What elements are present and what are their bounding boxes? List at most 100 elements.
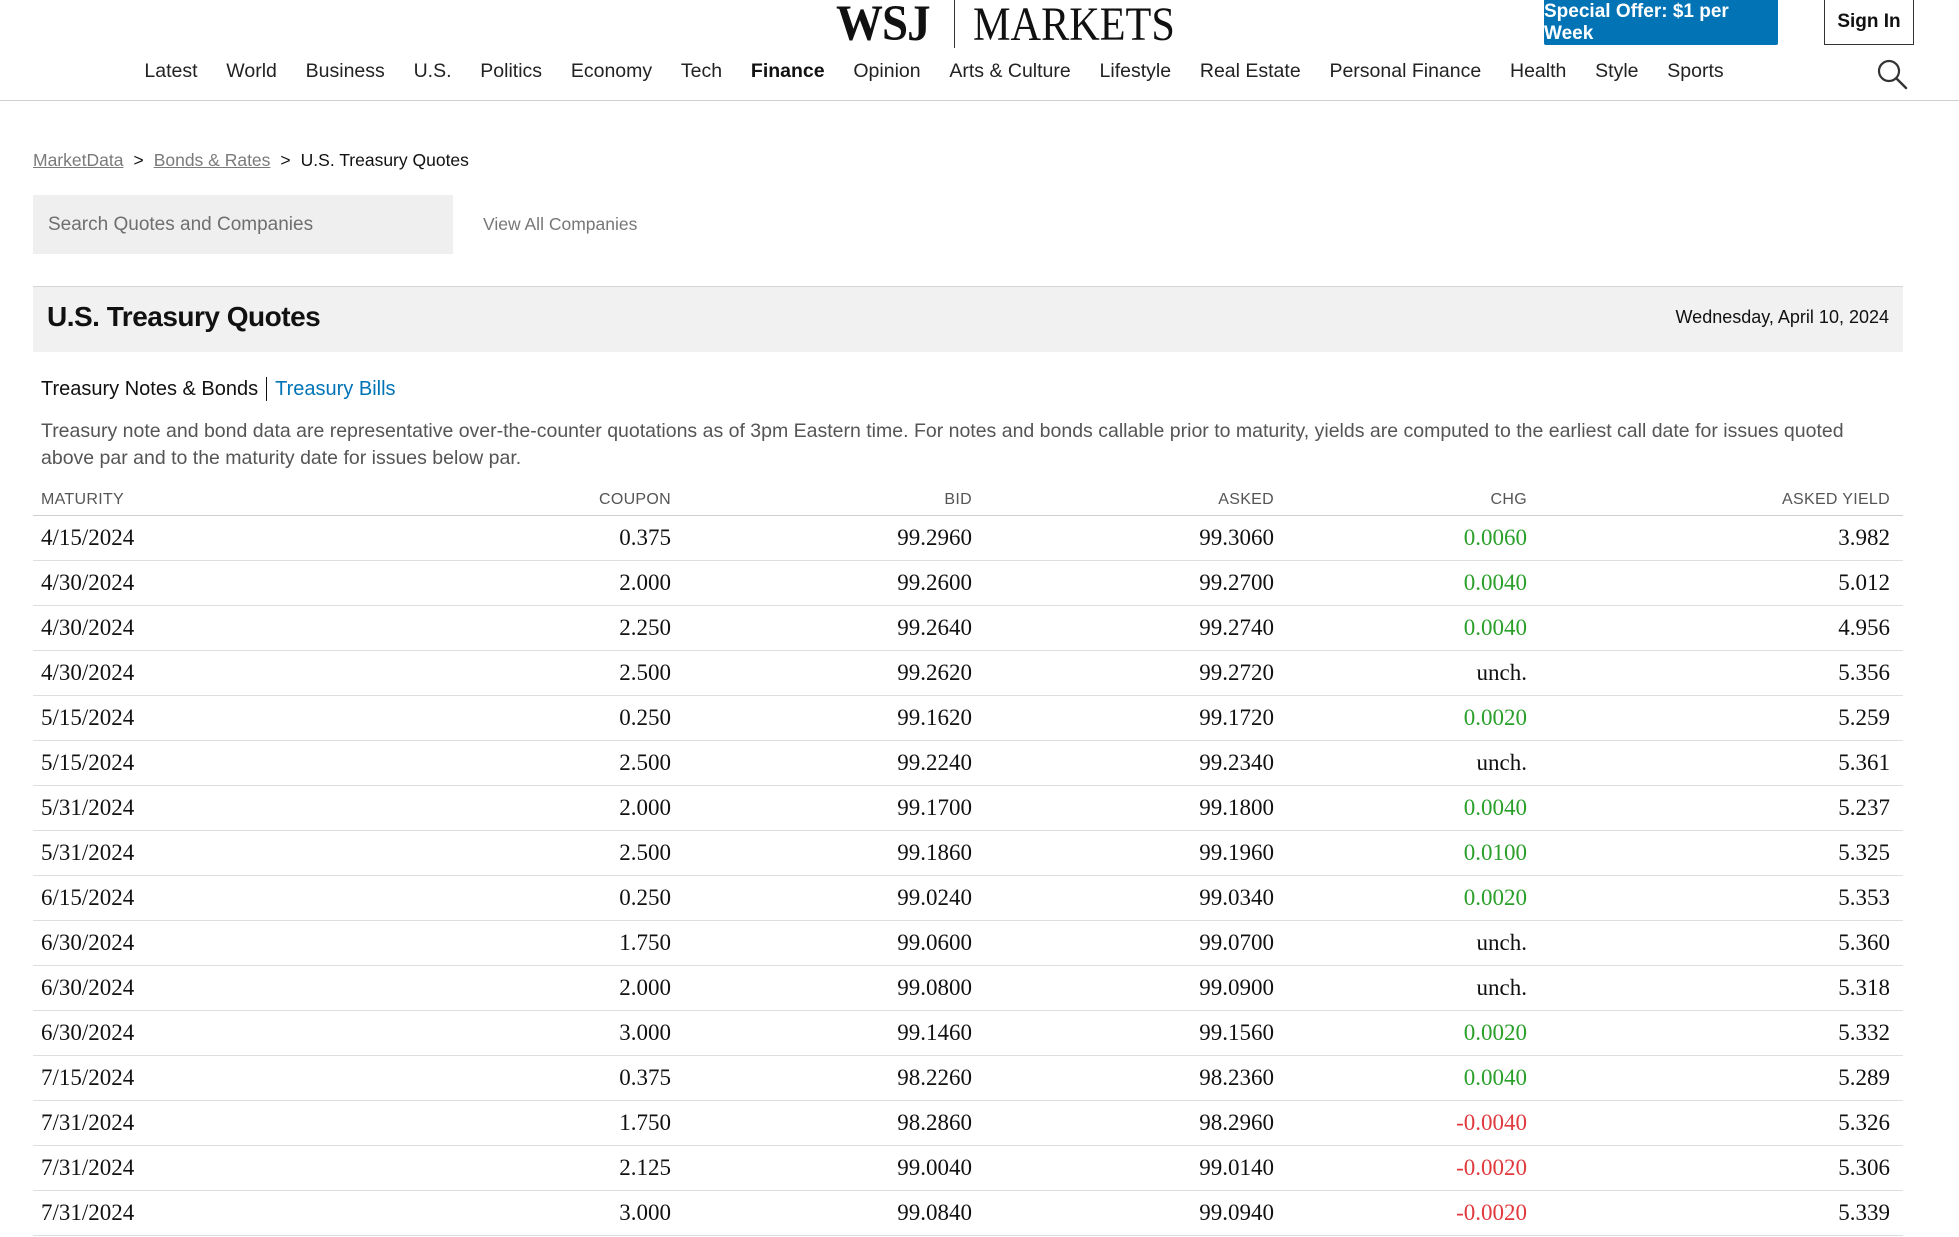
cell-asked: 99.1960 <box>1199 840 1274 865</box>
nav-item-us[interactable]: U.S. <box>399 60 466 83</box>
cell-bid: 99.1620 <box>897 705 972 730</box>
column-header-asked[interactable]: ASKED <box>972 491 1274 509</box>
cell-bid: 98.2860 <box>897 1110 972 1135</box>
cell-bid: 99.2240 <box>897 750 972 775</box>
cell-asked: 99.3060 <box>1199 525 1274 550</box>
table-header: MATURITY COUPON BID ASKED CHG ASKED YIEL… <box>33 485 1903 516</box>
table-row: 5/31/2024 2.000 99.1700 99.1800 0.0040 5.237 <box>33 786 1903 831</box>
cell-bid: 99.2620 <box>897 660 972 685</box>
site-header: WSJ MARKETS Special Offer: $1 per Week S… <box>0 0 1959 101</box>
breadcrumb-separator: > <box>133 150 144 170</box>
treasury-quotes-table: MATURITY COUPON BID ASKED CHG ASKED YIEL… <box>33 485 1903 1236</box>
cell-maturity: 6/30/2024 <box>41 930 135 955</box>
search-icon[interactable] <box>1876 58 1908 90</box>
cell-maturity: 5/15/2024 <box>41 705 135 730</box>
table-row: 7/31/2024 1.750 98.2860 98.2960 -0.0040 5.326 <box>33 1101 1903 1146</box>
tab-notes-bonds[interactable]: Treasury Notes & Bonds <box>41 378 258 401</box>
cell-chg: unch. <box>1476 930 1527 955</box>
cell-coupon: 3.000 <box>619 1020 671 1045</box>
cell-coupon: 0.375 <box>619 525 671 550</box>
quote-tabs: Treasury Notes & Bonds Treasury Bills <box>41 377 396 401</box>
nav-item-arts-culture[interactable]: Arts & Culture <box>935 60 1085 83</box>
sign-in-button[interactable]: Sign In <box>1824 0 1914 45</box>
cell-asked: 99.0940 <box>1199 1200 1274 1225</box>
nav-item-tech[interactable]: Tech <box>667 60 737 83</box>
table-row: 5/31/2024 2.500 99.1860 99.1960 0.0100 5.325 <box>33 831 1903 876</box>
cell-coupon: 2.500 <box>619 660 671 685</box>
nav-item-opinion[interactable]: Opinion <box>839 60 935 83</box>
nav-item-business[interactable]: Business <box>291 60 399 83</box>
logo-section: MARKETS <box>972 0 1175 51</box>
table-row: 6/30/2024 2.000 99.0800 99.0900 unch. 5.318 <box>33 966 1903 1011</box>
main-nav: Latest World Business U.S. Politics Econ… <box>130 60 1738 83</box>
cell-asked: 99.0140 <box>1199 1155 1274 1180</box>
nav-item-latest[interactable]: Latest <box>130 60 212 83</box>
cell-bid: 99.0800 <box>897 975 972 1000</box>
view-all-companies-link[interactable]: View All Companies <box>483 214 637 235</box>
nav-item-health[interactable]: Health <box>1496 60 1581 83</box>
cell-coupon: 1.750 <box>619 1110 671 1135</box>
cell-asked-yield: 5.318 <box>1838 975 1890 1000</box>
table-row: 4/30/2024 2.500 99.2620 99.2720 unch. 5.356 <box>33 651 1903 696</box>
cell-coupon: 3.000 <box>619 1200 671 1225</box>
special-offer-button[interactable]: Special Offer: $1 per Week <box>1544 0 1778 45</box>
tab-treasury-bills[interactable]: Treasury Bills <box>275 378 395 401</box>
cell-coupon: 0.250 <box>619 885 671 910</box>
cell-coupon: 2.250 <box>619 615 671 640</box>
cell-maturity: 7/31/2024 <box>41 1110 135 1135</box>
cell-asked-yield: 5.326 <box>1838 1110 1890 1135</box>
cell-coupon: 2.500 <box>619 840 671 865</box>
cell-coupon: 2.125 <box>619 1155 671 1180</box>
cell-chg: 0.0020 <box>1463 885 1527 910</box>
nav-item-finance[interactable]: Finance <box>737 60 839 83</box>
cell-asked-yield: 5.332 <box>1838 1020 1890 1045</box>
breadcrumb-marketdata[interactable]: MarketData <box>33 150 123 171</box>
cell-maturity: 5/31/2024 <box>41 795 135 820</box>
cell-chg: -0.0040 <box>1456 1110 1527 1135</box>
cell-bid: 99.2600 <box>897 570 972 595</box>
breadcrumb-separator: > <box>280 150 291 170</box>
cell-coupon: 0.250 <box>619 705 671 730</box>
cell-chg: 0.0020 <box>1463 705 1527 730</box>
breadcrumb-bonds-rates[interactable]: Bonds & Rates <box>154 150 271 171</box>
cell-chg: -0.0020 <box>1456 1200 1527 1225</box>
nav-item-lifestyle[interactable]: Lifestyle <box>1085 60 1185 83</box>
cell-asked-yield: 5.360 <box>1838 930 1890 955</box>
table-row: 5/15/2024 0.250 99.1620 99.1720 0.0020 5.259 <box>33 696 1903 741</box>
cell-asked: 99.2340 <box>1199 750 1274 775</box>
cell-asked-yield: 5.325 <box>1838 840 1890 865</box>
search-quotes-input[interactable] <box>33 195 453 254</box>
cell-chg: -0.0020 <box>1456 1155 1527 1180</box>
nav-item-sports[interactable]: Sports <box>1653 60 1738 83</box>
wsj-markets-logo[interactable]: WSJ MARKETS <box>836 0 1202 52</box>
cell-chg: unch. <box>1476 975 1527 1000</box>
cell-asked-yield: 5.361 <box>1838 750 1890 775</box>
cell-maturity: 6/30/2024 <box>41 975 135 1000</box>
table-row: 5/15/2024 2.500 99.2240 99.2340 unch. 5.361 <box>33 741 1903 786</box>
table-body: 4/15/2024 0.375 99.2960 99.3060 0.0060 3.982 4… <box>33 516 1903 1236</box>
column-header-asked-yield[interactable]: ASKED YIELD <box>1527 491 1897 509</box>
nav-item-politics[interactable]: Politics <box>466 60 557 83</box>
table-row: 7/31/2024 2.125 99.0040 99.0140 -0.0020 5.306 <box>33 1146 1903 1191</box>
logo-wsj: WSJ <box>836 0 931 52</box>
title-bar: U.S. Treasury Quotes Wednesday, April 10… <box>33 286 1903 352</box>
cell-asked: 99.0900 <box>1199 975 1274 1000</box>
cell-coupon: 0.375 <box>619 1065 671 1090</box>
column-header-bid[interactable]: BID <box>671 491 972 509</box>
cell-maturity: 7/31/2024 <box>41 1155 135 1180</box>
nav-item-real-estate[interactable]: Real Estate <box>1185 60 1315 83</box>
nav-item-world[interactable]: World <box>212 60 291 83</box>
column-header-coupon[interactable]: COUPON <box>393 491 671 509</box>
cell-maturity: 4/30/2024 <box>41 615 135 640</box>
cell-asked: 99.1560 <box>1199 1020 1274 1045</box>
column-header-chg[interactable]: CHG <box>1274 491 1527 509</box>
cell-asked-yield: 5.353 <box>1838 885 1890 910</box>
column-header-maturity[interactable]: MATURITY <box>33 491 393 509</box>
cell-chg: 0.0060 <box>1463 525 1527 550</box>
nav-item-personal-finance[interactable]: Personal Finance <box>1315 60 1496 83</box>
cell-maturity: 5/31/2024 <box>41 840 135 865</box>
nav-item-style[interactable]: Style <box>1581 60 1653 83</box>
nav-item-economy[interactable]: Economy <box>556 60 666 83</box>
cell-bid: 99.2640 <box>897 615 972 640</box>
cell-chg: 0.0100 <box>1463 840 1527 865</box>
